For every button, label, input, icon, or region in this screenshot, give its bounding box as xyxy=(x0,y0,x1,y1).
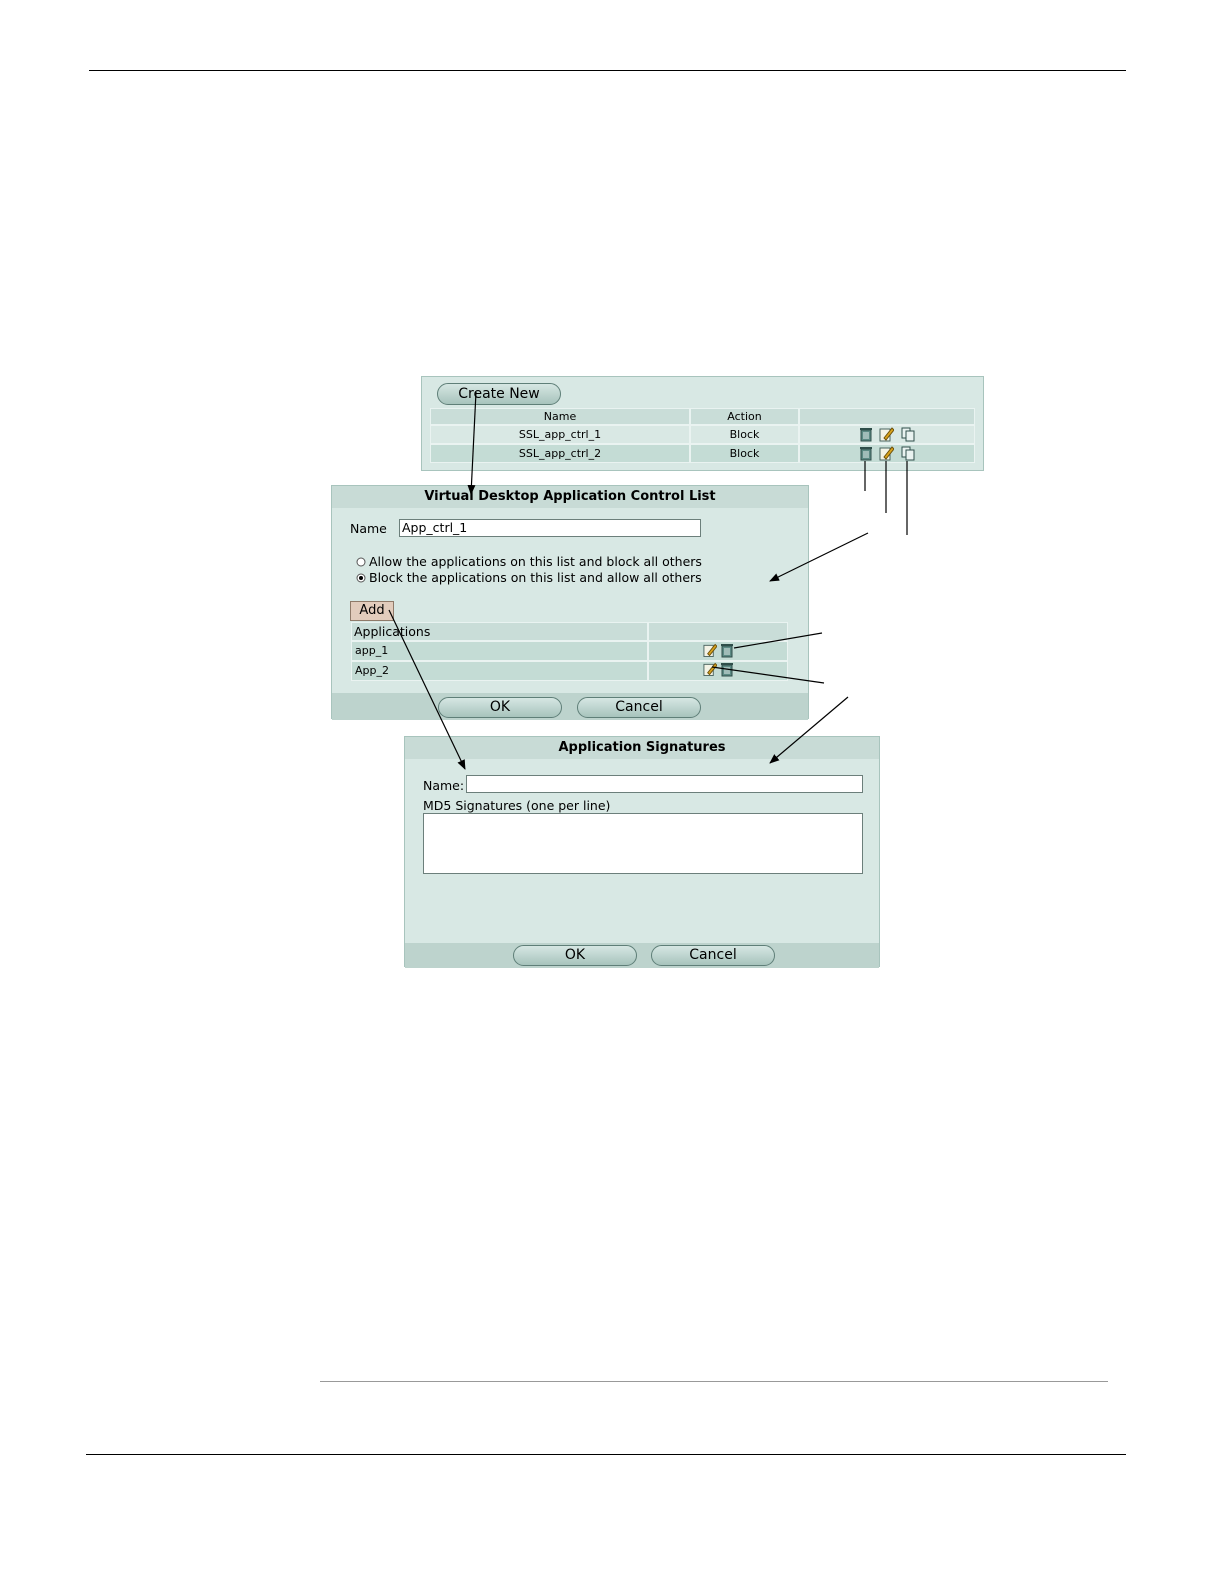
signature-name-label: Name: xyxy=(423,778,465,793)
ok-button[interactable]: OK xyxy=(513,945,637,966)
radio-selected-icon[interactable] xyxy=(356,573,366,583)
cancel-button[interactable]: Cancel xyxy=(651,945,775,966)
md5-signatures-label: MD5 Signatures (one per line) xyxy=(423,798,611,813)
edit-icon[interactable] xyxy=(879,426,894,442)
footer-rule-lower xyxy=(86,1454,1126,1455)
edit-icon[interactable] xyxy=(703,661,717,677)
name-field[interactable]: App_ctrl_1 xyxy=(399,519,701,537)
footer-rule-upper xyxy=(320,1381,1108,1382)
list-item: App_2 xyxy=(351,661,648,681)
application-signatures-dialog: Application Signatures Name: MD5 Signatu… xyxy=(404,736,880,968)
md5-signatures-textarea[interactable] xyxy=(423,813,863,874)
applications-header[interactable]: Applications xyxy=(351,622,648,641)
radio-unselected-icon[interactable] xyxy=(356,557,366,567)
radio-allow-label: Allow the applications on this list and … xyxy=(369,554,702,569)
list-item-icons xyxy=(648,661,788,681)
ok-button[interactable]: OK xyxy=(438,697,562,718)
app-control-list-dialog: Virtual Desktop Application Control List… xyxy=(331,485,809,720)
table-row-action: Block xyxy=(690,444,799,463)
edit-icon[interactable] xyxy=(879,445,894,461)
cancel-button[interactable]: Cancel xyxy=(577,697,701,718)
column-header-action[interactable]: Action xyxy=(690,408,799,425)
clone-icon[interactable] xyxy=(901,446,916,461)
dialog-title: Virtual Desktop Application Control List xyxy=(332,486,808,508)
dialog-footer xyxy=(405,943,879,968)
dialog-title: Application Signatures xyxy=(405,737,879,759)
name-label: Name xyxy=(350,521,387,536)
edit-icon[interactable] xyxy=(703,642,717,658)
delete-icon[interactable] xyxy=(859,446,873,461)
delete-icon[interactable] xyxy=(720,662,734,677)
applications-header-icons xyxy=(648,622,788,641)
clone-icon[interactable] xyxy=(901,427,916,442)
table-row-action: Block xyxy=(690,425,799,444)
app-control-list-panel: Create New Name Action SSL_app_ctrl_1 Bl… xyxy=(421,376,984,471)
column-header-name[interactable]: Name xyxy=(430,408,690,425)
signature-name-field[interactable] xyxy=(466,775,863,793)
column-header-icons xyxy=(799,408,975,425)
top-rule xyxy=(89,70,1126,71)
dialog-footer xyxy=(332,693,808,720)
add-button[interactable]: Add xyxy=(350,601,394,621)
delete-icon[interactable] xyxy=(720,643,734,658)
list-item: app_1 xyxy=(351,641,648,661)
table-row-name: SSL_app_ctrl_1 xyxy=(430,425,690,444)
delete-icon[interactable] xyxy=(859,427,873,442)
table-row-name: SSL_app_ctrl_2 xyxy=(430,444,690,463)
radio-block-label: Block the applications on this list and … xyxy=(369,570,702,585)
create-new-button[interactable]: Create New xyxy=(437,383,561,405)
list-item-icons xyxy=(648,641,788,661)
